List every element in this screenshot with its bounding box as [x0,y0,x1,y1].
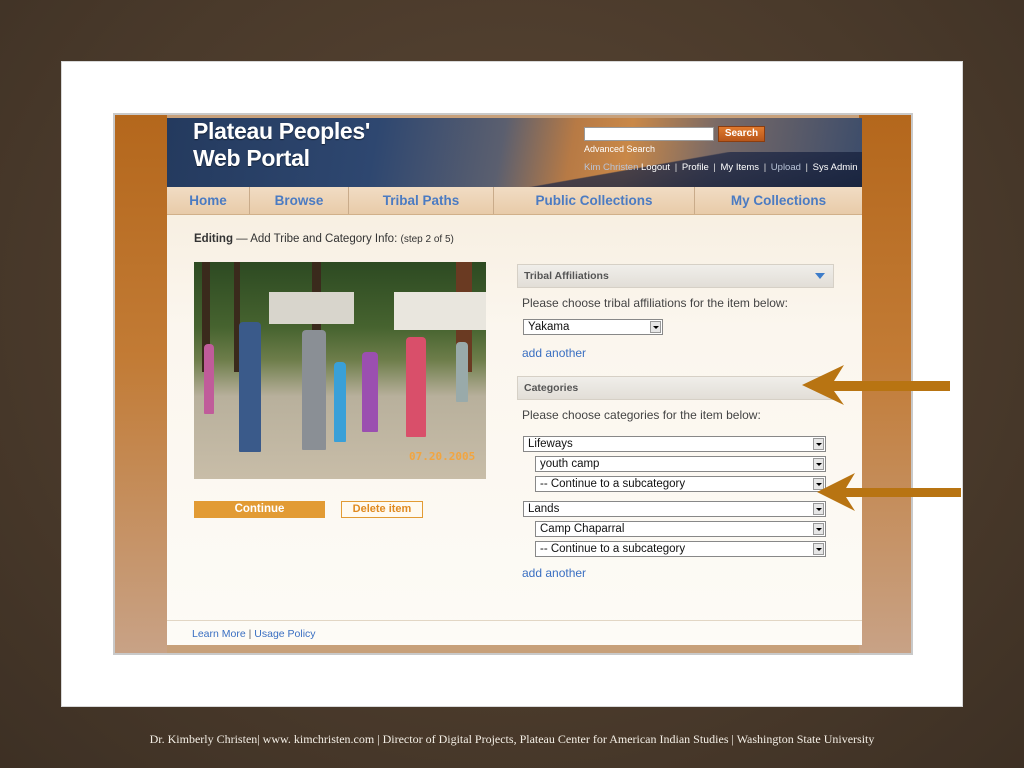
nav-tribal-paths[interactable]: Tribal Paths [349,187,494,214]
photo-date-stamp: 07.20.2005 [409,450,476,463]
header-banner: Plateau Peoples' Web Portal Search Advan… [167,118,862,187]
subcategory-select-1-value: youth camp [540,458,600,470]
tribe-select[interactable]: Yakama [523,319,663,335]
dropdown-arrow-icon[interactable] [813,543,824,555]
sys-admin-link[interactable]: Sys Admin [813,162,858,173]
left-arrow-icon [802,365,950,405]
subcategory-continue-select-1[interactable]: -- Continue to a subcategory [535,476,826,492]
editing-dash: — [236,233,248,245]
page-title: Editing — Add Tribe and Category Info: (… [194,233,454,245]
add-another-tribe-link[interactable]: add another [522,346,586,360]
separator: | [805,162,809,173]
advanced-search-link[interactable]: Advanced Search [584,144,655,154]
upload-link[interactable]: Upload [771,162,801,173]
subcategory-select-1[interactable]: youth camp [535,456,826,472]
page-footer: Learn More | Usage Policy [167,620,862,645]
subcategory-select-2[interactable]: Camp Chaparral [535,521,826,537]
photo-person [362,352,378,432]
step-indicator: (step 2 of 5) [400,234,454,245]
nav-my-collections[interactable]: My Collections [695,187,862,214]
editing-label: Editing [194,233,233,245]
collapse-triangle-icon[interactable] [815,273,825,279]
dropdown-arrow-icon[interactable] [650,321,661,333]
tribal-affiliations-header[interactable]: Tribal Affiliations [517,264,834,288]
category-select-1-value: Lifeways [528,438,573,450]
dropdown-arrow-icon[interactable] [813,438,824,450]
dropdown-arrow-icon[interactable] [813,523,824,535]
photo-person [204,344,214,414]
nav-home[interactable]: Home [167,187,250,214]
photo-person [239,322,261,452]
slide-caption: Dr. Kimberly Christen| www. kimchristen.… [149,732,875,746]
subcategory-select-2-value: Camp Chaparral [540,523,625,535]
usage-policy-link[interactable]: Usage Policy [254,628,315,640]
site-title-line1: Plateau Peoples' [193,118,371,144]
portal-screenshot: Plateau Peoples' Web Portal Search Advan… [113,113,913,655]
user-name-link[interactable]: Kim Christen [584,162,638,173]
photo-person [406,337,426,437]
photo-person [456,342,468,402]
category-select-2-value: Lands [528,503,560,515]
photo-person [302,330,326,450]
annotation-arrow-subcategory [817,473,961,511]
category-select-2[interactable]: Lands [523,501,826,517]
portal-page: Plateau Peoples' Web Portal Search Advan… [167,118,862,645]
delete-item-button[interactable]: Delete item [341,501,423,518]
my-items-link[interactable]: My Items [721,162,760,173]
annotation-arrow-categories [802,365,950,405]
categories-title: Categories [524,382,579,394]
search-input[interactable] [584,127,714,141]
left-arrow-icon [817,473,961,511]
subcategory-continue-1-value: -- Continue to a subcategory [540,478,686,490]
main-nav: Home Browse Tribal Paths Public Collecti… [167,187,862,215]
continue-button[interactable]: Continue [194,501,325,518]
logout-link[interactable]: Logout [641,162,670,173]
tribe-select-value: Yakama [528,321,570,333]
photo-person [334,362,346,442]
user-links-bar: Kim Christen Logout | Profile | My Items… [584,162,858,173]
left-border-decoration [115,115,167,653]
site-title[interactable]: Plateau Peoples' Web Portal [193,118,370,172]
separator: | [763,162,767,173]
learn-more-link[interactable]: Learn More [192,628,246,640]
category-select-1[interactable]: Lifeways [523,436,826,452]
nav-public-collections[interactable]: Public Collections [494,187,695,214]
add-another-category-link[interactable]: add another [522,566,586,580]
subcategory-continue-select-2[interactable]: -- Continue to a subcategory [535,541,826,557]
footer-links: Learn More | Usage Policy [192,628,316,640]
editing-title: Add Tribe and Category Info: [250,233,398,245]
photo-tent [394,292,486,330]
categories-prompt: Please choose categories for the item be… [522,408,761,422]
item-photo: 07.20.2005 [194,262,486,479]
profile-link[interactable]: Profile [682,162,709,173]
tribal-affiliations-title: Tribal Affiliations [524,270,609,282]
nav-browse[interactable]: Browse [250,187,349,214]
footer-separator: | [248,628,252,640]
categories-header[interactable]: Categories [517,376,834,400]
tribal-affiliations-prompt: Please choose tribal affiliations for th… [522,296,788,310]
search-button[interactable]: Search [718,126,765,142]
separator: | [674,162,678,173]
photo-building [269,292,354,324]
subcategory-continue-2-value: -- Continue to a subcategory [540,543,686,555]
site-title-line2: Web Portal [193,145,310,171]
separator: | [713,162,716,173]
